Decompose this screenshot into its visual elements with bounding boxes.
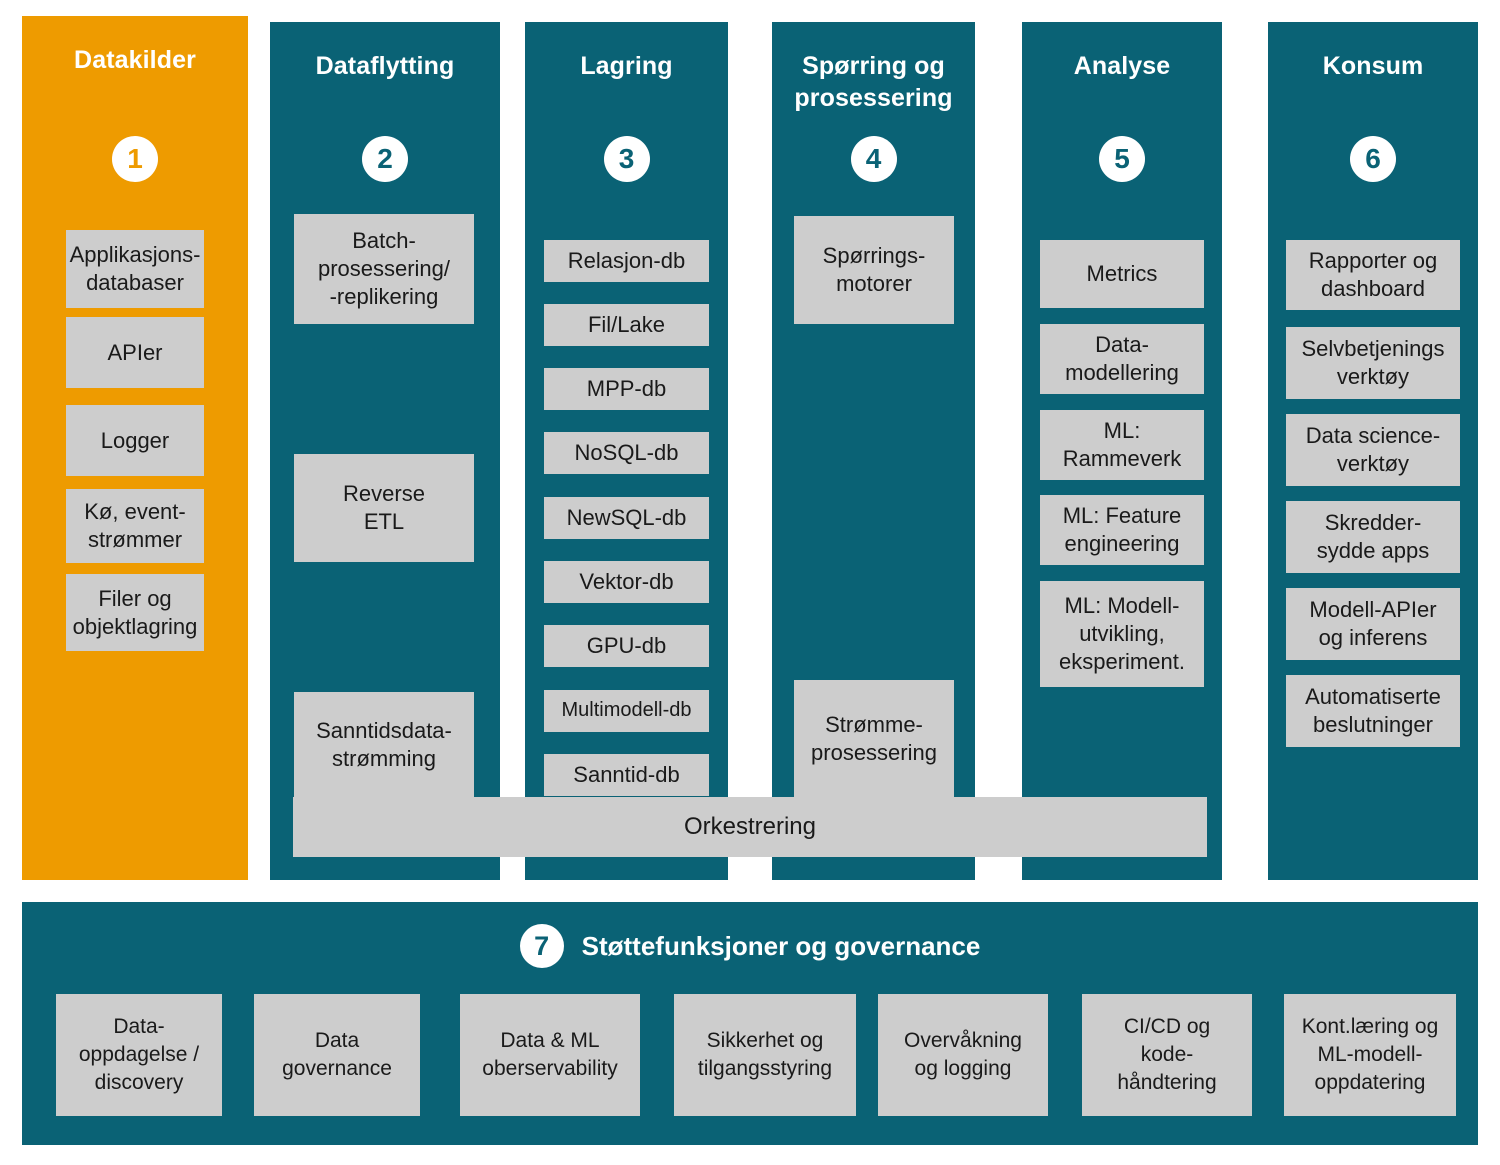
orchestration-bar[interactable]: Orkestrering [293, 797, 1207, 857]
tile-data-modellering[interactable]: Data- modellering [1040, 324, 1204, 394]
tile-data-science-verktoy[interactable]: Data science- verktøy [1286, 414, 1460, 486]
tile-ml-rammeverk[interactable]: ML: Rammeverk [1040, 410, 1204, 480]
column-number-badge: 3 [603, 136, 650, 182]
tile-nosql-db[interactable]: NoSQL-db [544, 432, 709, 474]
column-number-badge: 6 [1350, 136, 1396, 182]
column-number-badge: 1 [112, 136, 158, 182]
column-number-badge: 2 [362, 136, 408, 182]
column-dataflytting: Dataflytting 2 Batch- prosessering/ -rep… [270, 22, 500, 880]
column-title: Spørring og prosessering [794, 52, 953, 112]
column-sporring-og-prosessering: Spørring og prosessering 4 Spørrings- mo… [772, 22, 975, 880]
column-konsum: Konsum 6 Rapporter og dashboard Selvbetj… [1268, 22, 1478, 880]
tile-reverse-etl[interactable]: Reverse ETL [294, 454, 474, 562]
support-tile-sikkerhet-og-tilgangsstyring[interactable]: Sikkerhet og tilgangsstyring [674, 994, 856, 1116]
support-title: Støttefunksjoner og governance [581, 930, 981, 961]
column-title: Datakilder [74, 46, 196, 74]
column-title: Dataflytting [315, 52, 455, 80]
tile-apier[interactable]: APIer [66, 317, 204, 388]
tile-filer-og-objektlagring[interactable]: Filer og objektlagring [66, 574, 204, 651]
tile-modell-apier-og-inferens[interactable]: Modell-APIer og inferens [1286, 588, 1460, 660]
tile-logger[interactable]: Logger [66, 405, 204, 476]
tile-multimodell-db[interactable]: Multimodell-db [544, 690, 709, 732]
support-header: 7 Støttefunksjoner og governance [22, 924, 1478, 968]
column-datakilder: Datakilder 1 Applikasjons- databaser API… [22, 16, 248, 880]
tile-rapporter-og-dashboard[interactable]: Rapporter og dashboard [1286, 240, 1460, 310]
tile-vektor-db[interactable]: Vektor-db [544, 561, 709, 603]
tile-ml-feature-engineering[interactable]: ML: Feature engineering [1040, 495, 1204, 565]
column-title: Konsum [1322, 52, 1424, 80]
tile-sanntidsdatastromming[interactable]: Sanntidsdata- strømming [294, 692, 474, 798]
support-tile-cicd-og-kodehandtering[interactable]: CI/CD og kode- håndtering [1082, 994, 1252, 1116]
diagram-canvas: Datakilder 1 Applikasjons- databaser API… [0, 0, 1500, 1165]
column-analyse: Analyse 5 Metrics Data- modellering ML: … [1022, 22, 1222, 880]
tile-automatiserte-beslutninger[interactable]: Automatiserte beslutninger [1286, 675, 1460, 747]
column-number-badge: 5 [1099, 136, 1145, 182]
support-number-badge: 7 [519, 924, 564, 968]
tile-gpu-db[interactable]: GPU-db [544, 625, 709, 667]
support-tile-data-oppdagelse[interactable]: Data- oppdagelse / discovery [56, 994, 222, 1116]
tile-batch-prosessering-replikering[interactable]: Batch- prosessering/ -replikering [294, 214, 474, 324]
tile-fil-lake[interactable]: Fil/Lake [544, 304, 709, 346]
tile-stromme-prosessering[interactable]: Strømme- prosessering [794, 680, 954, 798]
column-title: Analyse [1073, 52, 1171, 80]
tile-ml-modellutvikling[interactable]: ML: Modell- utvikling, eksperiment. [1040, 581, 1204, 687]
tile-sanntid-db[interactable]: Sanntid-db [544, 754, 709, 796]
support-tile-kont-laering-ml-modell[interactable]: Kont.læring og ML-modell- oppdatering [1284, 994, 1456, 1116]
tile-skreddersydde-apps[interactable]: Skredder- sydde apps [1286, 501, 1460, 573]
tile-ko-eventstrommer[interactable]: Kø, event- strømmer [66, 489, 204, 563]
tile-relasjon-db[interactable]: Relasjon-db [544, 240, 709, 282]
tile-applikasjonsdatabaser[interactable]: Applikasjons- databaser [66, 230, 204, 308]
tile-sporringsmotorer[interactable]: Spørrings- motorer [794, 216, 954, 324]
tile-newsql-db[interactable]: NewSQL-db [544, 497, 709, 539]
column-lagring: Lagring 3 Relasjon-db Fil/Lake MPP-db No… [525, 22, 728, 880]
support-tile-data-governance[interactable]: Data governance [254, 994, 420, 1116]
tile-selvbetjeningsverktoy[interactable]: Selvbetjenings verktøy [1286, 327, 1460, 399]
support-tile-data-ml-observability[interactable]: Data & ML oberservability [460, 994, 640, 1116]
support-tile-overvakning-og-logging[interactable]: Overvåkning og logging [878, 994, 1048, 1116]
column-title: Lagring [580, 52, 673, 80]
column-number-badge: 4 [850, 136, 897, 182]
support-band: 7 Støttefunksjoner og governance Data- o… [22, 902, 1478, 1145]
tile-mpp-db[interactable]: MPP-db [544, 368, 709, 410]
tile-metrics[interactable]: Metrics [1040, 240, 1204, 308]
